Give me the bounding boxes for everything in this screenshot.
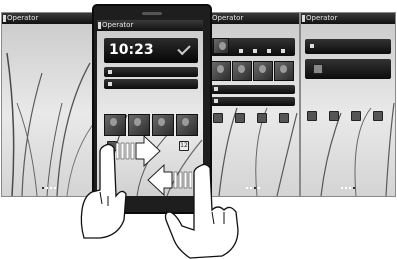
info-widget[interactable]	[211, 85, 295, 94]
widget-icon	[214, 87, 218, 91]
prev-icon[interactable]	[239, 49, 243, 53]
contacts-icon[interactable]	[351, 111, 361, 121]
clock-time: 10:23	[109, 42, 154, 58]
person-icon	[313, 64, 323, 74]
page-indicator	[41, 187, 56, 189]
calendar-icon[interactable]: 12	[179, 141, 189, 151]
contact-photo[interactable]	[211, 61, 231, 81]
note-icon	[310, 44, 314, 48]
homescreen-panel-4: Operator	[300, 12, 396, 197]
page-dot	[53, 187, 56, 189]
contact-photo[interactable]	[128, 114, 150, 136]
page-dot	[41, 187, 44, 189]
tools-icon[interactable]	[307, 111, 317, 121]
page-dot	[250, 187, 252, 189]
calendar-icon[interactable]	[235, 113, 245, 123]
settings-icon[interactable]	[279, 113, 289, 123]
page-dot	[45, 187, 48, 189]
right-hand-icon	[164, 163, 239, 259]
page-indicator	[246, 187, 260, 189]
messaging-icon[interactable]	[373, 111, 383, 121]
page-dot	[254, 187, 256, 189]
contact-photo[interactable]	[253, 61, 273, 81]
info-widget[interactable]	[104, 79, 198, 89]
contact-photo[interactable]	[274, 61, 294, 81]
contact-photo[interactable]	[104, 114, 126, 136]
page-dot	[246, 187, 248, 189]
shortcut-row	[307, 111, 393, 123]
page-dot	[349, 187, 351, 189]
play-icon[interactable]	[253, 49, 257, 53]
widget-icon	[214, 99, 218, 103]
contact-widget[interactable]	[305, 59, 391, 79]
contacts-photo-row	[104, 114, 198, 136]
info-widget[interactable]	[211, 97, 295, 106]
stop-icon[interactable]	[281, 49, 285, 53]
contact-photo[interactable]	[152, 114, 174, 136]
shortcut-row	[213, 113, 297, 125]
note-widget[interactable]	[305, 39, 391, 54]
calendar-badge: 12	[180, 142, 188, 149]
email-icon[interactable]	[213, 113, 223, 123]
page-dot	[345, 187, 347, 189]
page-dot	[49, 187, 52, 189]
music-player-widget[interactable]	[211, 38, 295, 56]
clock-widget[interactable]: 10:23	[104, 38, 198, 63]
page-dot	[341, 187, 343, 189]
page-dot	[258, 187, 260, 189]
contact-photo[interactable]	[176, 114, 198, 136]
widget-icon	[108, 70, 112, 74]
widget-icon	[108, 82, 112, 86]
contacts-photo-row	[211, 61, 295, 81]
contacts-icon[interactable]	[257, 113, 267, 123]
people-icon[interactable]	[329, 111, 339, 121]
left-hand-icon	[80, 143, 127, 239]
speaker-grille	[142, 12, 162, 15]
contact-photo[interactable]	[232, 61, 252, 81]
alarm-check-icon	[177, 41, 191, 56]
info-widget[interactable]	[104, 67, 198, 77]
page-dot	[353, 187, 355, 189]
album-art	[213, 38, 229, 54]
next-icon[interactable]	[267, 49, 271, 53]
page-indicator	[341, 187, 355, 189]
